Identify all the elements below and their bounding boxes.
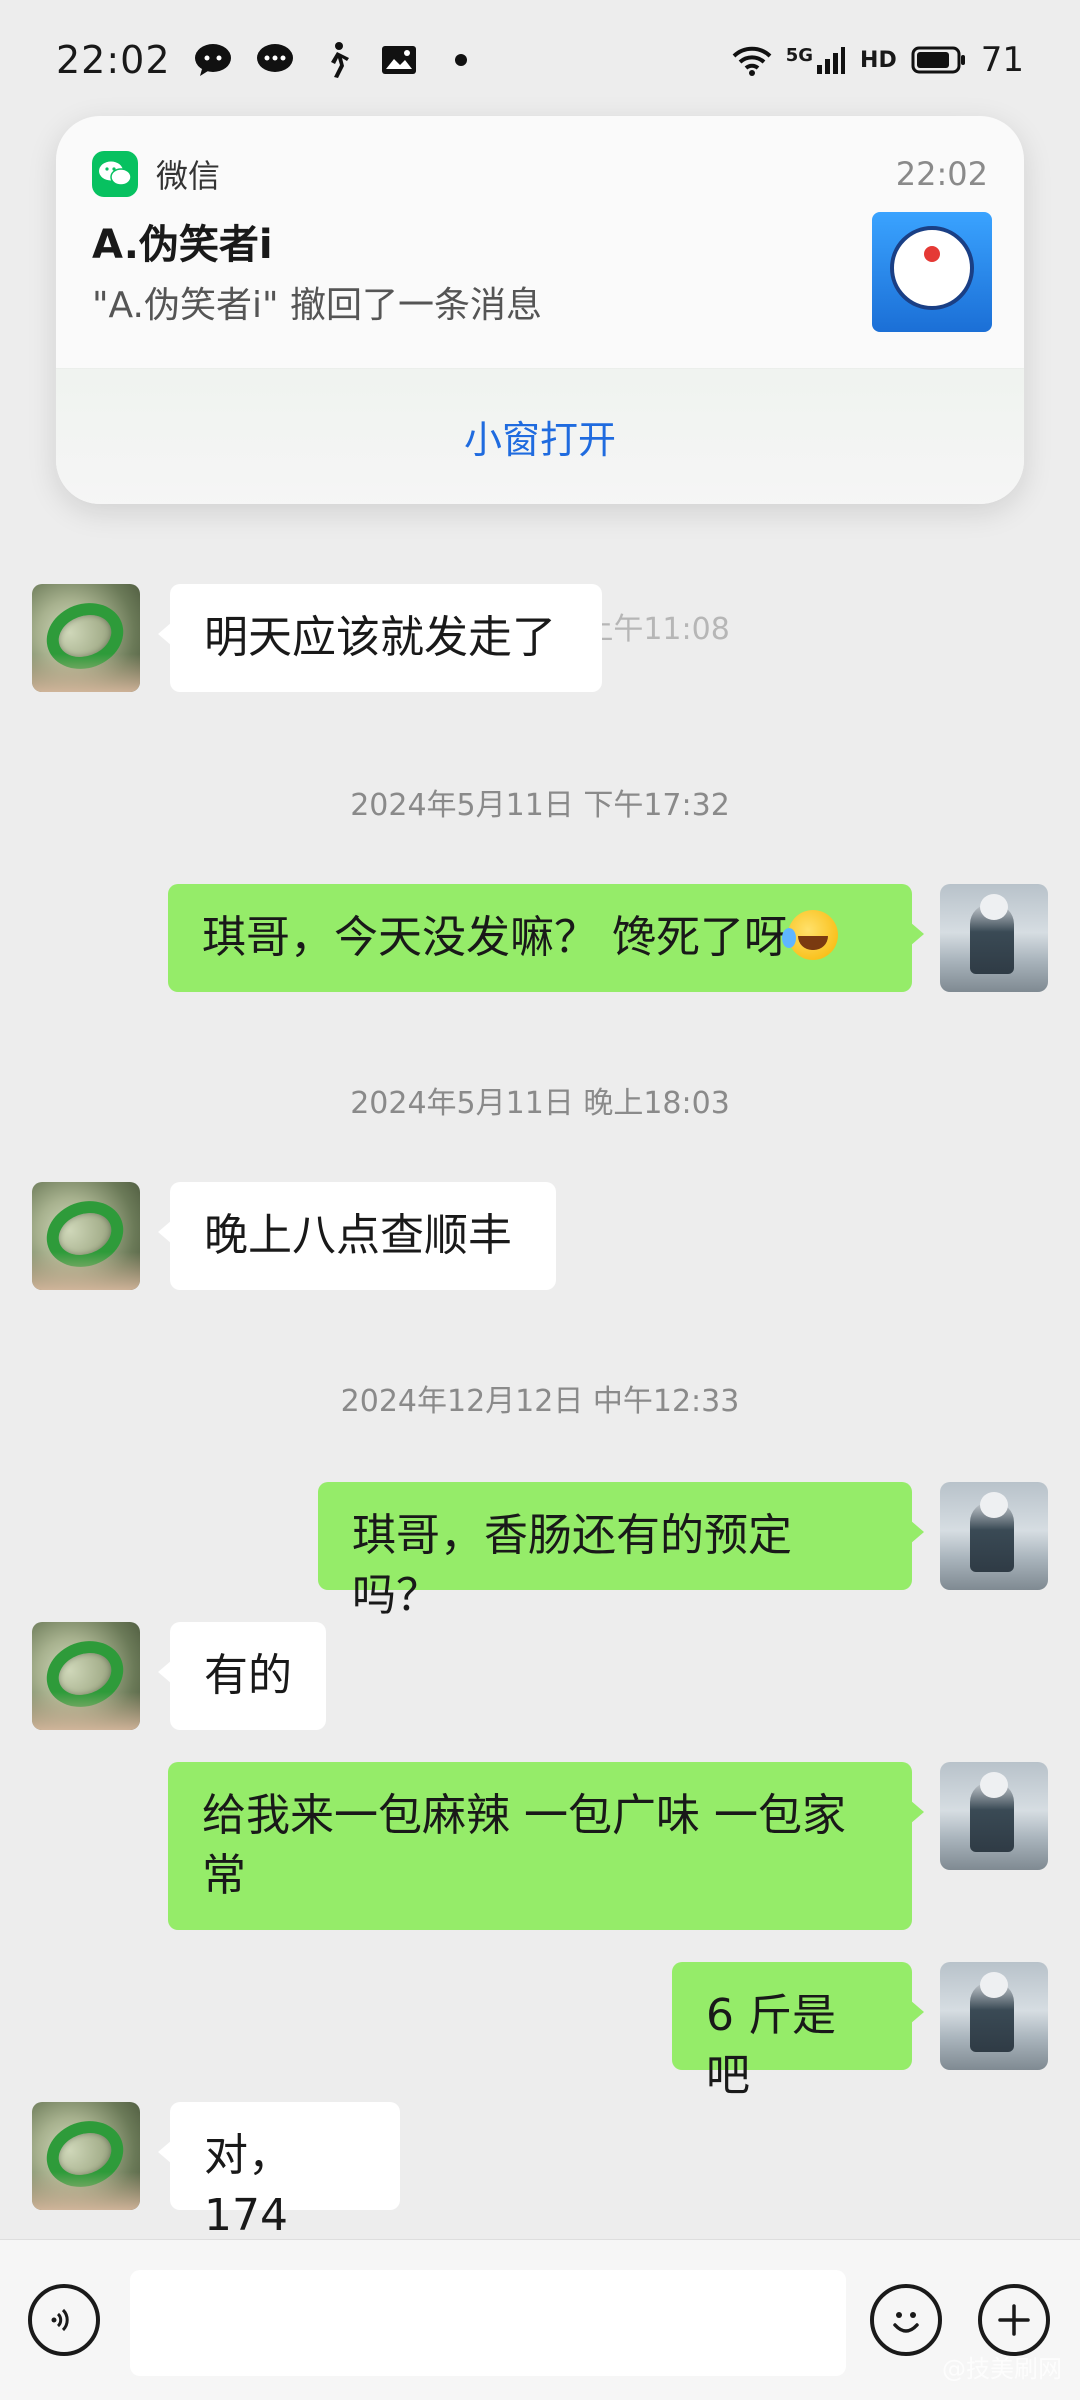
signal-5g-icon: 5G	[786, 45, 846, 75]
notification-app-name: 微信	[156, 157, 221, 195]
message-bubble-in[interactable]: 晚上八点查顺丰	[158, 1182, 556, 1290]
message-bubble-out[interactable]: 给我来一包麻辣 一包广味 一包家常	[168, 1762, 924, 1930]
message-bubble-out[interactable]: 琪哥，香肠还有的预定吗？	[318, 1482, 924, 1621]
status-bar: 22:02 5G HD 71	[0, 0, 1080, 120]
dot-icon	[441, 40, 481, 80]
timestamp: 2024年5月11日 下午17:32	[350, 788, 730, 823]
timestamp: 2024年12月12日 中午12:33	[340, 1384, 740, 1419]
input-bar: @技美刷网	[0, 2239, 1080, 2400]
gallery-icon	[379, 40, 419, 80]
contact-avatar[interactable]	[32, 584, 140, 692]
walking-icon	[317, 40, 357, 80]
more-options-button[interactable]	[978, 2284, 1050, 2356]
watermark: @技美刷网	[942, 2355, 1062, 2383]
chat-bubble-icon	[255, 40, 295, 80]
battery-level: 71	[980, 40, 1024, 80]
message-bubble-in[interactable]: 对，174	[158, 2102, 400, 2241]
wechat-bubble-icon	[193, 40, 233, 80]
my-avatar[interactable]	[940, 1962, 1048, 2070]
laughing-tears-emoji-icon	[782, 910, 838, 960]
status-time: 22:02	[56, 38, 171, 82]
notification-title: A.伪笑者i	[92, 222, 273, 268]
contact-avatar[interactable]	[32, 2102, 140, 2210]
smile-icon	[893, 2312, 919, 2333]
my-avatar[interactable]	[940, 1762, 1048, 1870]
notification-time: 22:02	[895, 155, 988, 193]
message-bubble-out[interactable]: 6 斤是吧	[672, 1962, 924, 2101]
my-avatar[interactable]	[940, 884, 1048, 992]
message-input[interactable]	[130, 2270, 846, 2376]
voice-icon	[51, 2308, 69, 2332]
message-bubble-in[interactable]: 有的	[158, 1622, 326, 1730]
open-in-small-window-button[interactable]: 小窗打开	[56, 368, 1024, 504]
battery-icon	[911, 40, 967, 80]
message-bubble-out[interactable]: 琪哥，今天没发嘛？ 馋死了呀	[168, 884, 924, 992]
message-text: 给我来一包麻辣 一包广味 一包家常	[202, 1790, 846, 1901]
plus-icon	[998, 2304, 1030, 2336]
message-text: 有的	[204, 1650, 292, 1701]
hd-icon: HD	[860, 47, 897, 73]
voice-input-button[interactable]	[28, 2284, 100, 2356]
emoji-button[interactable]	[870, 2284, 942, 2356]
message-text: 明天应该就发走了	[204, 612, 556, 663]
wifi-icon	[732, 40, 772, 80]
contact-avatar[interactable]	[32, 1182, 140, 1290]
wechat-logo-icon	[92, 151, 138, 197]
message-text: 晚上八点查顺丰	[204, 1210, 512, 1261]
message-text: 对，174	[204, 2130, 292, 2241]
notification-text: "A.伪笑者i" 撤回了一条消息	[92, 285, 543, 326]
message-text: 琪哥，香肠还有的预定吗？	[352, 1510, 792, 1621]
message-text: 6 斤是吧	[706, 1990, 836, 2101]
my-avatar[interactable]	[940, 1482, 1048, 1590]
timestamp: 2024年5月11日 晚上18:03	[350, 1086, 730, 1121]
notification-banner[interactable]: 微信 22:02 A.伪笑者i "A.伪笑者i" 撤回了一条消息 小窗打开	[56, 116, 1024, 504]
network-label: 5G	[785, 45, 814, 66]
message-text: 琪哥，今天没发嘛？ 馋死了呀	[202, 912, 788, 963]
contact-avatar[interactable]	[32, 1622, 140, 1730]
message-bubble-in[interactable]: 明天应该就发走了	[158, 584, 602, 692]
notification-thumbnail	[872, 212, 992, 332]
